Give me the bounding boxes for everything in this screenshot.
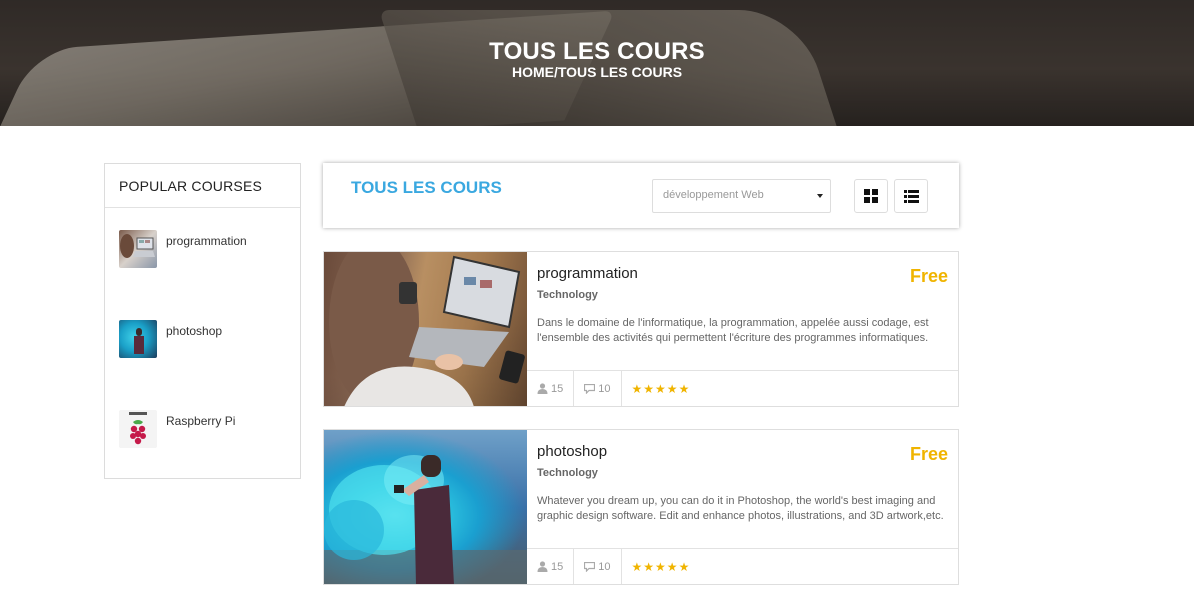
grid-icon <box>864 189 878 203</box>
section-title: TOUS LES COURS <box>351 178 502 197</box>
page-title: TOUS LES COURS <box>489 38 705 65</box>
caret-down-icon <box>817 194 823 198</box>
star-icon: ★ <box>631 381 643 396</box>
star-icon: ★ <box>666 559 678 574</box>
user-icon <box>537 561 548 572</box>
popular-course-label[interactable]: photoshop <box>166 324 222 338</box>
star-icon: ★ <box>655 559 666 574</box>
comments-count: 10 <box>574 370 622 406</box>
hero-banner: TOUS LES COURS HOME/TOUS LES COURS <box>0 0 1194 126</box>
course-image[interactable] <box>324 252 527 406</box>
course-price: Free <box>909 444 948 464</box>
star-icon: ★ <box>678 381 690 396</box>
students-count: 15 <box>527 548 575 584</box>
grid-view-button[interactable] <box>854 179 888 213</box>
star-icon: ★ <box>643 381 655 396</box>
user-icon <box>537 383 548 394</box>
course-card[interactable]: programmation Technology Free Dans le do… <box>323 251 959 407</box>
list-icon <box>903 189 919 203</box>
category-select-value: développement Web <box>663 189 764 201</box>
comment-icon <box>584 561 596 572</box>
course-description: Dans le domaine de l'informatique, la pr… <box>537 317 929 344</box>
comment-icon <box>584 383 596 394</box>
comments-count-value: 10 <box>598 560 611 573</box>
course-rating: ★ ★ ★ ★ ★ <box>622 382 691 396</box>
course-price: Free <box>909 266 948 286</box>
course-image[interactable] <box>324 430 527 584</box>
blue-smoke-thumbnail-icon[interactable] <box>119 320 157 358</box>
category-select[interactable]: développement Web <box>652 179 831 213</box>
popular-course-label[interactable]: Raspberry Pi <box>166 414 235 428</box>
courses-toolbar: TOUS LES COURS développement Web <box>323 163 959 228</box>
course-title[interactable]: programmation <box>537 265 638 282</box>
star-icon: ★ <box>655 381 666 396</box>
star-icon: ★ <box>666 381 678 396</box>
comments-count: 10 <box>574 548 622 584</box>
popular-course-item[interactable]: Raspberry Pi <box>119 410 235 448</box>
star-icon: ★ <box>678 559 690 574</box>
breadcrumb[interactable]: HOME/TOUS LES COURS <box>0 64 1194 80</box>
popular-course-item[interactable]: photoshop <box>119 320 222 358</box>
laptop-thumbnail-icon[interactable] <box>119 230 157 268</box>
course-category: Technology <box>537 289 598 301</box>
course-category: Technology <box>537 467 598 479</box>
course-description: Whatever you dream up, you can do it in … <box>537 495 944 522</box>
popular-course-item[interactable]: programmation <box>119 230 247 268</box>
students-count: 15 <box>527 370 575 406</box>
course-stats: 15 10 ★ ★ ★ ★ ★ <box>527 548 958 584</box>
star-icon: ★ <box>631 559 643 574</box>
popular-courses-heading: POPULAR COURSES <box>105 164 300 208</box>
star-icon: ★ <box>643 559 655 574</box>
course-rating: ★ ★ ★ ★ ★ <box>622 560 691 574</box>
list-view-button[interactable] <box>894 179 928 213</box>
comments-count-value: 10 <box>598 382 611 395</box>
raspberry-pi-logo-icon[interactable] <box>119 410 157 448</box>
popular-courses-panel: POPULAR COURSES programmation photoshop <box>104 163 301 479</box>
popular-course-label[interactable]: programmation <box>166 234 247 248</box>
course-title[interactable]: photoshop <box>537 443 607 460</box>
students-count-value: 15 <box>551 560 564 573</box>
course-card[interactable]: photoshop Technology Free Whatever you d… <box>323 429 959 585</box>
students-count-value: 15 <box>551 382 564 395</box>
course-stats: 15 10 ★ ★ ★ ★ ★ <box>527 370 958 406</box>
